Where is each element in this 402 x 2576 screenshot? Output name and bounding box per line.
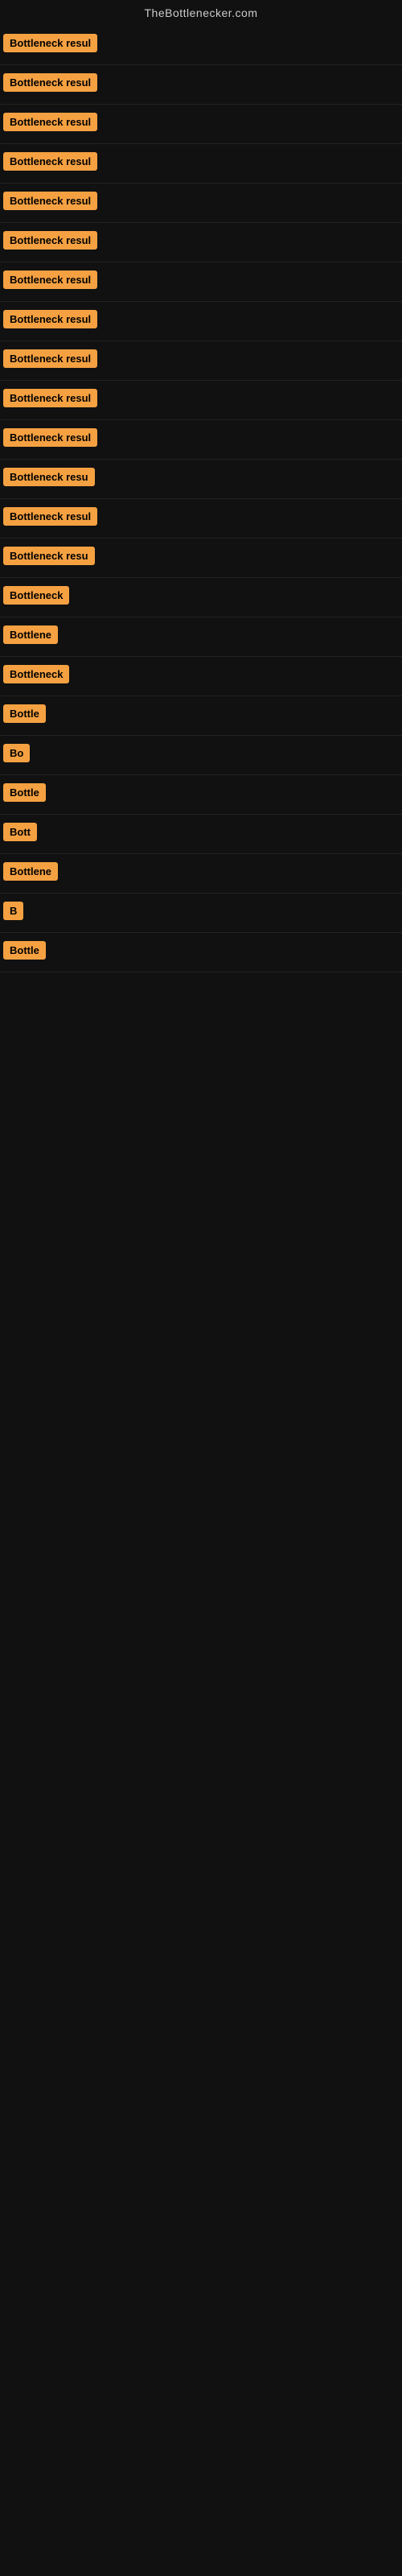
bottleneck-result-badge[interactable]: Bottleneck [3,586,69,605]
bottleneck-result-badge[interactable]: Bottleneck resul [3,231,97,250]
bottleneck-result-badge[interactable]: Bottleneck resul [3,428,97,447]
list-item: Bottle [0,696,402,736]
list-item: Bottleneck resul [0,262,402,302]
list-item: Bottleneck [0,578,402,617]
bottleneck-result-badge[interactable]: Bottleneck resul [3,73,97,92]
list-item: Bottleneck resul [0,302,402,341]
bottleneck-result-badge[interactable]: Bottleneck resul [3,310,97,328]
list-item: Bottlene [0,617,402,657]
bottleneck-result-badge[interactable]: Bottleneck [3,665,69,683]
list-item: Bottleneck resul [0,420,402,460]
bottleneck-result-badge[interactable]: Bottle [3,704,46,723]
bottleneck-result-badge[interactable]: Bo [3,744,30,762]
list-item: Bottleneck resul [0,184,402,223]
list-item: Bottleneck resul [0,341,402,381]
list-item: Bottle [0,775,402,815]
list-item: Bottleneck resul [0,105,402,144]
bottleneck-result-badge[interactable]: Bottleneck resul [3,270,97,289]
bottleneck-result-badge[interactable]: Bottleneck resul [3,34,97,52]
bottleneck-result-badge[interactable]: Bottlene [3,625,58,644]
bottleneck-result-badge[interactable]: B [3,902,23,920]
list-item: Bott [0,815,402,854]
bottleneck-result-badge[interactable]: Bottleneck resul [3,152,97,171]
list-item: Bottleneck resul [0,499,402,539]
list-item: Bottleneck resu [0,539,402,578]
bottleneck-result-badge[interactable]: Bottle [3,941,46,960]
list-item: Bottleneck resul [0,223,402,262]
bottleneck-result-badge[interactable]: Bottleneck resul [3,192,97,210]
list-item: Bottlene [0,854,402,894]
list-item: B [0,894,402,933]
bottleneck-result-badge[interactable]: Bottleneck resul [3,389,97,407]
bottleneck-result-badge[interactable]: Bottlene [3,862,58,881]
list-item: Bottleneck resul [0,144,402,184]
rows-container: Bottleneck resul Bottleneck resul Bottlene… [0,26,402,972]
list-item: Bottleneck resu [0,460,402,499]
list-item: Bottle [0,933,402,972]
list-item: Bottleneck resul [0,381,402,420]
list-item: Bottleneck resul [0,65,402,105]
bottleneck-result-badge[interactable]: Bottleneck resu [3,547,95,565]
bottleneck-result-badge[interactable]: Bottleneck resu [3,468,95,486]
site-title-bar: TheBottlenecker.com [0,0,402,26]
site-title: TheBottlenecker.com [0,0,402,26]
bottleneck-result-badge[interactable]: Bottle [3,783,46,802]
bottleneck-result-badge[interactable]: Bottleneck resul [3,113,97,131]
list-item: Bo [0,736,402,775]
list-item: Bottleneck resul [0,26,402,65]
bottleneck-result-badge[interactable]: Bottleneck resul [3,349,97,368]
bottleneck-result-badge[interactable]: Bottleneck resul [3,507,97,526]
list-item: Bottleneck [0,657,402,696]
bottleneck-result-badge[interactable]: Bott [3,823,37,841]
